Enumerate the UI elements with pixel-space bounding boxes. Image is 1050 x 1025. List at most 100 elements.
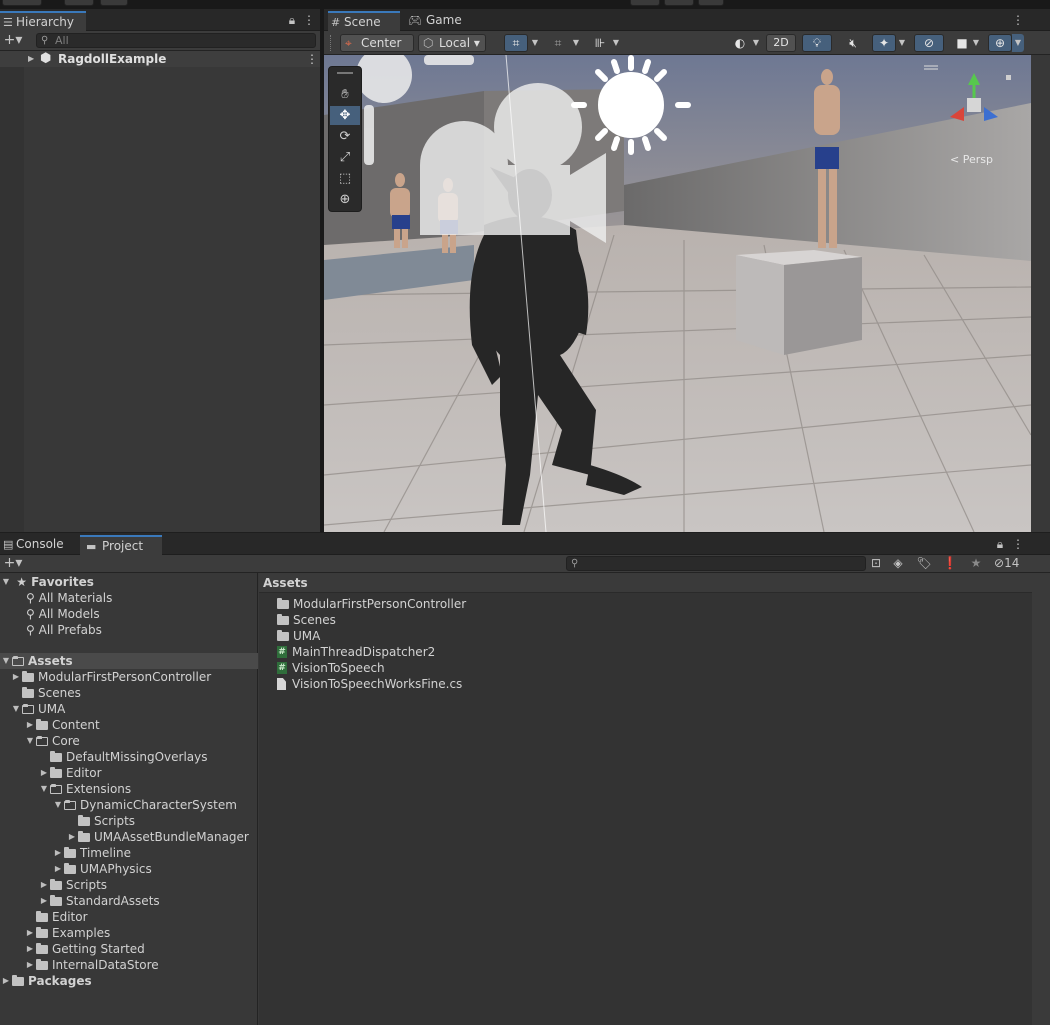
favorites-row[interactable]: ▼ ★ Favorites bbox=[0, 574, 94, 590]
tree-folder[interactable]: Editor bbox=[24, 909, 88, 925]
expand-arrow-icon[interactable]: ▶ bbox=[24, 957, 36, 973]
assets-row[interactable]: ▼ Assets bbox=[0, 653, 258, 669]
tree-folder[interactable]: ▶ Content bbox=[24, 717, 100, 733]
collapse-arrow-icon[interactable]: ▼ bbox=[0, 653, 12, 669]
expand-arrow-icon[interactable]: ▶ bbox=[24, 925, 36, 941]
collapse-arrow-icon[interactable]: ▼ bbox=[38, 781, 50, 797]
collapse-arrow-icon[interactable]: ▼ bbox=[52, 797, 64, 813]
scene-viewport[interactable]: < Persp bbox=[324, 55, 1031, 532]
tree-folder[interactable]: ▶ Examples bbox=[24, 925, 110, 941]
filter-by-label-icon[interactable]: 🏷︎ bbox=[916, 556, 932, 570]
tree-folder[interactable]: ▶ Editor bbox=[38, 765, 102, 781]
expand-arrow-icon[interactable]: ▶ bbox=[10, 669, 22, 685]
scene-render[interactable] bbox=[324, 55, 1031, 532]
tab-console[interactable]: ▤ Console bbox=[0, 535, 76, 555]
account-button[interactable] bbox=[2, 0, 42, 6]
mode-2d-button[interactable]: 2D bbox=[766, 34, 796, 52]
tab-project[interactable]: ▬ Project bbox=[80, 535, 162, 555]
expand-arrow-icon[interactable]: ▶ bbox=[38, 765, 50, 781]
gizmos-icon[interactable]: ⊕ bbox=[988, 34, 1012, 52]
expand-arrow-icon[interactable]: ▶ bbox=[24, 941, 36, 957]
expand-arrow-icon[interactable]: ▶ bbox=[24, 717, 36, 733]
favorite-item[interactable]: ⚲ All Prefabs bbox=[26, 622, 102, 638]
asset-item[interactable]: VisionToSpeechWorksFine.cs bbox=[277, 676, 462, 692]
hidden-packages-button[interactable]: ⊘14 bbox=[994, 556, 1028, 570]
step-button[interactable] bbox=[698, 0, 724, 6]
effects-icon[interactable]: ✦ bbox=[872, 34, 896, 52]
transform-tool-icon[interactable]: ⊕ bbox=[330, 190, 360, 209]
tree-folder[interactable]: Scenes bbox=[10, 685, 81, 701]
packages-row[interactable]: ▶ Packages bbox=[0, 973, 92, 989]
pivot-rotation-dropdown[interactable]: ⬡ Local ▾ bbox=[418, 34, 486, 52]
favorite-item[interactable]: ⚲ All Materials bbox=[26, 590, 112, 606]
move-tool-icon[interactable]: ✥ bbox=[330, 106, 360, 125]
breadcrumb-assets[interactable]: Assets bbox=[263, 576, 308, 590]
hand-tool-icon[interactable]: ✋︎ bbox=[330, 85, 360, 104]
expand-arrow-icon[interactable]: ▶ bbox=[66, 829, 78, 845]
audio-mute-icon[interactable]: 🔇︎ bbox=[838, 34, 868, 52]
collapse-arrow-icon[interactable]: ▼ bbox=[24, 733, 36, 749]
expand-arrow-icon[interactable]: ▶ bbox=[0, 973, 12, 989]
project-search-input[interactable]: ⚲ bbox=[566, 556, 866, 571]
favorite-star-icon[interactable]: ★ bbox=[968, 556, 984, 570]
filter-by-type-icon[interactable]: ◈ bbox=[890, 556, 906, 570]
asset-item[interactable]: # MainThreadDispatcher2 bbox=[277, 644, 435, 660]
lock-icon[interactable]: 🔒︎ bbox=[994, 537, 1006, 551]
tree-folder[interactable]: ▼ Core bbox=[24, 733, 80, 749]
tree-folder[interactable]: ▶ UMAAssetBundleManager bbox=[66, 829, 249, 845]
tree-folder[interactable]: ▼ UMA bbox=[10, 701, 65, 717]
tree-folder[interactable]: ▶ Scripts bbox=[38, 877, 107, 893]
play-button[interactable] bbox=[630, 0, 660, 6]
scene-visibility-icon[interactable]: ⊘ bbox=[914, 34, 944, 52]
asset-item[interactable]: # VisionToSpeech bbox=[277, 660, 385, 676]
tab-scene[interactable]: # Scene bbox=[328, 11, 400, 31]
ruler-dropdown[interactable]: ▼ bbox=[610, 34, 622, 52]
collab-button[interactable] bbox=[100, 0, 128, 6]
scene-options-icon[interactable]: ⋮ bbox=[306, 51, 318, 67]
tree-folder[interactable]: ▶ ModularFirstPersonController bbox=[10, 669, 211, 685]
collapse-arrow-icon[interactable]: ▼ bbox=[0, 574, 12, 590]
tree-folder[interactable]: ▶ UMAPhysics bbox=[52, 861, 152, 877]
tree-folder[interactable]: ▶ Timeline bbox=[52, 845, 131, 861]
pivot-mode-dropdown[interactable]: ⌖ Center ▾ bbox=[340, 34, 414, 66]
tree-folder[interactable]: ▼ DynamicCharacterSystem bbox=[52, 797, 237, 813]
expand-arrow-icon[interactable]: ▶ bbox=[38, 893, 50, 909]
tab-hierarchy[interactable]: ☰ Hierarchy bbox=[0, 11, 86, 31]
expand-arrow-icon[interactable]: ▶ bbox=[52, 845, 64, 861]
create-dropdown-button[interactable]: +▾ bbox=[2, 556, 24, 570]
tree-folder[interactable]: ▶ InternalDataStore bbox=[24, 957, 159, 973]
draw-mode-dropdown[interactable]: ▼ bbox=[750, 34, 762, 52]
grid-snap-dropdown[interactable]: ▼ bbox=[529, 34, 541, 52]
scale-tool-icon[interactable]: ⤢ bbox=[330, 148, 360, 167]
rotate-tool-icon[interactable]: ⟳ bbox=[330, 127, 360, 146]
favorite-item[interactable]: ⚲ All Models bbox=[26, 606, 100, 622]
increment-snap-dropdown[interactable]: ▼ bbox=[570, 34, 582, 52]
expand-arrow-icon[interactable]: ▶ bbox=[28, 51, 34, 67]
tab-game[interactable]: 🎮︎ Game bbox=[404, 11, 466, 31]
tree-folder[interactable]: Scripts bbox=[66, 813, 135, 829]
log-filter-icon[interactable]: ❗ bbox=[942, 556, 958, 570]
tree-folder[interactable]: ▶ StandardAssets bbox=[38, 893, 160, 909]
scrollbar[interactable] bbox=[1032, 573, 1050, 1025]
tree-folder[interactable]: ▶ Getting Started bbox=[24, 941, 145, 957]
search-type-icon[interactable]: ⊡ bbox=[868, 556, 884, 570]
effects-dropdown[interactable]: ▼ bbox=[896, 34, 908, 52]
tree-folder[interactable]: ▼ Extensions bbox=[38, 781, 131, 797]
lighting-toggle-icon[interactable]: 💡︎ bbox=[802, 34, 832, 52]
gizmos-dropdown[interactable]: ▼ bbox=[1012, 34, 1024, 52]
hierarchy-scene-row[interactable]: ▶ ⬢ RagdollExample ⋮ bbox=[0, 51, 320, 67]
lock-icon[interactable]: 🔒︎ bbox=[286, 13, 298, 27]
asset-item[interactable]: UMA bbox=[277, 628, 320, 644]
increment-snap-button[interactable]: ⌗ bbox=[546, 34, 570, 52]
create-dropdown-button[interactable]: +▾ bbox=[2, 33, 24, 47]
rect-tool-icon[interactable]: ⬚ bbox=[330, 169, 360, 188]
expand-arrow-icon[interactable]: ▶ bbox=[38, 877, 50, 893]
pause-button[interactable] bbox=[664, 0, 694, 6]
expand-arrow-icon[interactable]: ▶ bbox=[52, 861, 64, 877]
cloud-button[interactable] bbox=[64, 0, 94, 6]
collapse-arrow-icon[interactable]: ▼ bbox=[10, 701, 22, 717]
ruler-icon[interactable]: ⊪ bbox=[588, 34, 612, 52]
persp-label[interactable]: < Persp bbox=[950, 153, 993, 166]
asset-item[interactable]: Scenes bbox=[277, 612, 336, 628]
hierarchy-search-input[interactable]: ⚲ All bbox=[36, 33, 316, 48]
